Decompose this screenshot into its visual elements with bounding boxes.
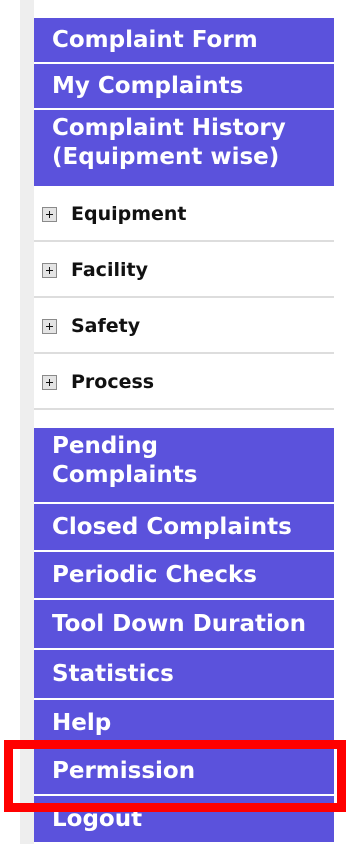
menu-screen: Complaint Form My Complaints Complaint H… xyxy=(0,0,348,844)
nav-item-label: Closed Complaints xyxy=(52,513,292,540)
nav-item-label: Permission xyxy=(52,757,196,784)
plus-expander-icon[interactable] xyxy=(42,206,57,222)
nav-item-complaint-history[interactable]: Complaint History (Equipment wise) xyxy=(34,110,334,188)
nav-item-label: My Complaints xyxy=(52,72,244,99)
nav-item-pending-complaints[interactable]: Pending Complaints xyxy=(34,428,334,504)
tree-item-label: Process xyxy=(71,371,155,393)
nav-item-label: Help xyxy=(52,709,112,736)
tree-item-label: Equipment xyxy=(71,203,187,225)
sidebar-menu: Complaint Form My Complaints Complaint H… xyxy=(34,0,334,844)
nav-item-permission[interactable]: Permission xyxy=(34,748,334,796)
tree-item-process[interactable]: Process xyxy=(34,356,334,410)
nav-item-label: Complaint Form xyxy=(52,26,258,53)
tree-item-label: Safety xyxy=(71,315,141,337)
nav-item-label: Periodic Checks xyxy=(52,561,257,588)
nav-item-tool-down-duration[interactable]: Tool Down Duration xyxy=(34,600,334,650)
plus-expander-icon[interactable] xyxy=(42,318,57,334)
left-rail xyxy=(20,0,34,844)
tree-item-label: Facility xyxy=(71,259,148,281)
nav-item-label: Statistics xyxy=(52,660,174,687)
nav-item-label: Tool Down Duration xyxy=(52,610,307,637)
tree-item-equipment[interactable]: Equipment xyxy=(34,188,334,242)
nav-item-complaint-form[interactable]: Complaint Form xyxy=(34,18,334,64)
nav-item-my-complaints[interactable]: My Complaints xyxy=(34,64,334,110)
nav-item-help[interactable]: Help xyxy=(34,700,334,748)
nav-item-label: Complaint History (Equipment wise) xyxy=(52,115,286,170)
nav-item-periodic-checks[interactable]: Periodic Checks xyxy=(34,552,334,600)
tree-item-safety[interactable]: Safety xyxy=(34,300,334,354)
nav-item-statistics[interactable]: Statistics xyxy=(34,650,334,700)
plus-expander-icon[interactable] xyxy=(42,262,57,278)
tree-item-facility[interactable]: Facility xyxy=(34,244,334,298)
nav-item-logout[interactable]: Logout xyxy=(34,796,334,844)
plus-expander-icon[interactable] xyxy=(42,374,57,390)
nav-item-closed-complaints[interactable]: Closed Complaints xyxy=(34,504,334,552)
nav-item-label: Pending Complaints xyxy=(52,433,198,488)
nav-item-label: Logout xyxy=(52,805,143,832)
